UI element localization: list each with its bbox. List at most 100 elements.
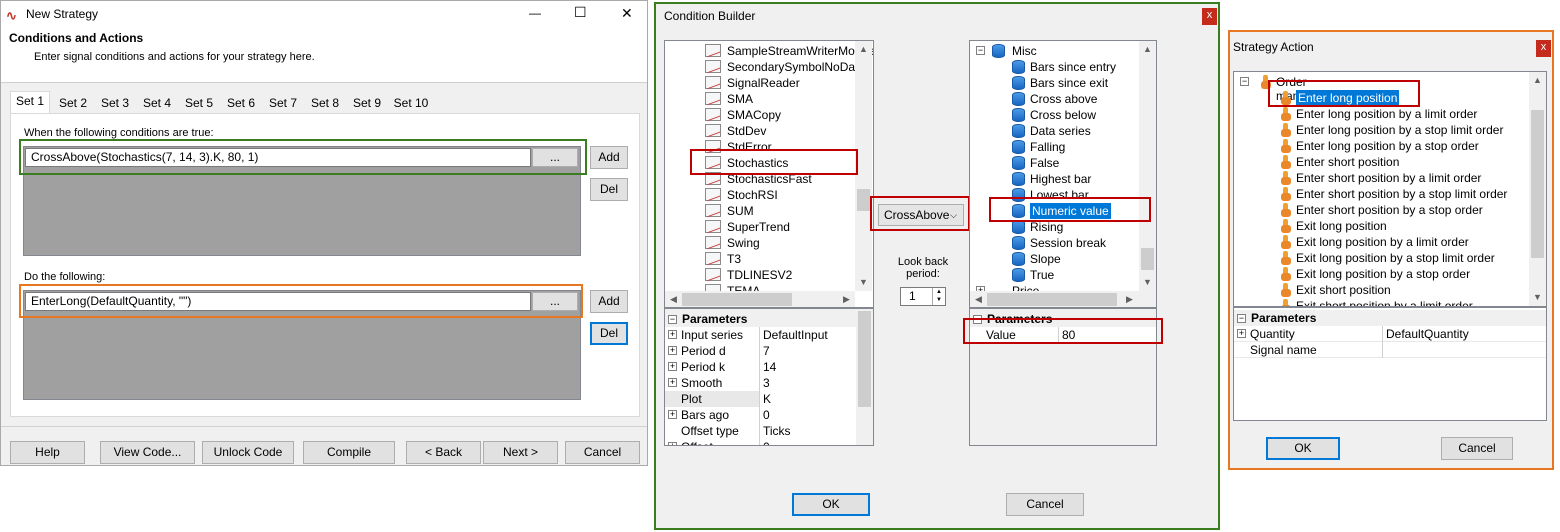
param-row[interactable]: + Smooth 3 — [665, 375, 856, 391]
value-list-vscroll[interactable]: ▲ ▼ — [1139, 41, 1156, 291]
view-code-label: View Code... — [113, 445, 182, 459]
param-value[interactable]: 0 — [759, 407, 856, 423]
scroll-right-icon[interactable]: ▶ — [1121, 291, 1138, 307]
indicator-chart-icon — [705, 124, 721, 137]
database-icon — [1012, 124, 1025, 138]
scroll-thumb[interactable] — [858, 311, 871, 407]
close-icon[interactable]: x — [1202, 8, 1217, 25]
scroll-down-icon[interactable]: ▼ — [855, 274, 872, 291]
tab-set-8[interactable]: Set 8 — [306, 93, 344, 113]
indicator-label: TDLINESV2 — [727, 268, 793, 282]
collapse-icon[interactable]: − — [668, 315, 677, 324]
tab-set-5[interactable]: Set 5 — [180, 93, 218, 113]
tab-set-1[interactable]: Set 1 — [10, 91, 50, 114]
param-value[interactable]: K — [759, 391, 856, 407]
scroll-thumb[interactable] — [1531, 110, 1544, 258]
maximize-icon[interactable]: ☐ — [574, 4, 587, 21]
expand-icon[interactable]: + — [668, 346, 677, 355]
value-list-hscroll[interactable]: ◀ ▶ — [970, 291, 1156, 307]
scroll-thumb[interactable] — [682, 293, 792, 306]
tab-set-6[interactable]: Set 6 — [222, 93, 260, 113]
scroll-left-icon[interactable]: ◀ — [665, 291, 682, 307]
minimize-icon[interactable]: — — [529, 6, 541, 20]
scroll-up-icon[interactable]: ▲ — [855, 41, 872, 58]
scroll-right-icon[interactable]: ▶ — [838, 291, 855, 307]
tab-set-2[interactable]: Set 2 — [54, 93, 92, 113]
param-row[interactable]: + Bars ago 0 — [665, 407, 856, 423]
expand-icon[interactable]: + — [1237, 329, 1246, 338]
add-action-button[interactable]: Add — [590, 290, 628, 313]
param-name: Plot — [681, 392, 702, 406]
tab-set-7[interactable]: Set 7 — [264, 93, 302, 113]
unlock-code-button[interactable]: Unlock Code — [202, 441, 294, 464]
param-row[interactable]: + Offset 0 — [665, 439, 856, 445]
param-name: Signal name — [1250, 343, 1317, 357]
value-source-label: Bars since entry — [1030, 60, 1117, 74]
compile-button[interactable]: Compile — [303, 441, 395, 464]
hand-icon — [1280, 171, 1292, 185]
hand-icon — [1280, 139, 1292, 153]
param-value[interactable]: DefaultQuantity — [1382, 326, 1546, 342]
tab-label: Set 2 — [58, 96, 88, 110]
cancel-button[interactable]: Cancel — [1441, 437, 1513, 460]
action-list-vscroll[interactable]: ▲ ▼ — [1529, 72, 1546, 306]
tab-set-9[interactable]: Set 9 — [348, 93, 386, 113]
param-row[interactable]: + Input series DefaultInput — [665, 327, 856, 343]
param-row[interactable]: Plot K — [665, 391, 856, 407]
tab-set-10[interactable]: Set 10 — [390, 93, 432, 113]
add-condition-button[interactable]: Add — [590, 146, 628, 169]
hand-icon — [1280, 155, 1292, 169]
param-value[interactable] — [1382, 342, 1546, 358]
collapse-icon[interactable]: − — [1237, 314, 1246, 323]
database-icon — [1012, 76, 1025, 90]
param-name: Period d — [681, 344, 726, 358]
help-button[interactable]: Help — [10, 441, 85, 464]
param-row-signal-name[interactable]: Signal name — [1234, 342, 1546, 358]
params-vscroll[interactable] — [856, 309, 873, 445]
param-value[interactable]: 7 — [759, 343, 856, 359]
lookback-stepper[interactable]: 1 ▲ ▼ — [900, 287, 946, 306]
tab-set-3[interactable]: Set 3 — [96, 93, 134, 113]
view-code-button[interactable]: View Code... — [100, 441, 195, 464]
expand-icon[interactable]: + — [668, 410, 677, 419]
expand-icon[interactable]: + — [668, 362, 677, 371]
expand-icon[interactable]: + — [668, 442, 677, 445]
scroll-thumb[interactable] — [857, 189, 870, 211]
scroll-down-icon[interactable]: ▼ — [1529, 289, 1546, 306]
scroll-up-icon[interactable]: ▲ — [1529, 72, 1546, 89]
close-icon[interactable]: ✕ — [621, 5, 633, 22]
param-row[interactable]: + Period d 7 — [665, 343, 856, 359]
tab-set-4[interactable]: Set 4 — [138, 93, 176, 113]
del-action-button[interactable]: Del — [590, 322, 628, 345]
expand-icon[interactable]: + — [668, 330, 677, 339]
expand-icon[interactable]: + — [668, 378, 677, 387]
param-value[interactable]: 0 — [759, 439, 856, 445]
param-value[interactable]: Ticks — [759, 423, 856, 439]
indicator-list-hscroll[interactable]: ◀ ▶ — [665, 291, 855, 307]
param-row-quantity[interactable]: + Quantity DefaultQuantity — [1234, 326, 1546, 342]
back-button[interactable]: < Back — [406, 441, 481, 464]
del-condition-button[interactable]: Del — [590, 178, 628, 201]
param-value[interactable]: 3 — [759, 375, 856, 391]
conditions-label: When the following conditions are true: — [24, 127, 214, 139]
scroll-thumb[interactable] — [987, 293, 1117, 306]
param-name: Smooth — [681, 376, 723, 390]
scroll-up-icon[interactable]: ▲ — [1139, 41, 1156, 58]
cancel-button[interactable]: Cancel — [565, 441, 640, 464]
cancel-button[interactable]: Cancel — [1006, 493, 1084, 516]
scroll-thumb[interactable] — [1141, 248, 1154, 270]
param-value[interactable]: 14 — [759, 359, 856, 375]
param-row[interactable]: Offset type Ticks — [665, 423, 856, 439]
stepper-down-icon[interactable]: ▼ — [932, 296, 945, 305]
ok-button[interactable]: OK — [792, 493, 870, 516]
ok-button[interactable]: OK — [1266, 437, 1340, 460]
param-row[interactable]: + Period k 14 — [665, 359, 856, 375]
next-button[interactable]: Next > — [483, 441, 558, 464]
scroll-left-icon[interactable]: ◀ — [970, 291, 987, 307]
param-value[interactable]: DefaultInput — [759, 327, 856, 343]
close-icon[interactable]: x — [1536, 40, 1551, 57]
collapse-icon[interactable]: − — [976, 46, 985, 55]
stepper-up-icon[interactable]: ▲ — [932, 288, 945, 296]
collapse-icon[interactable]: − — [1240, 77, 1249, 86]
scroll-down-icon[interactable]: ▼ — [1139, 274, 1156, 291]
